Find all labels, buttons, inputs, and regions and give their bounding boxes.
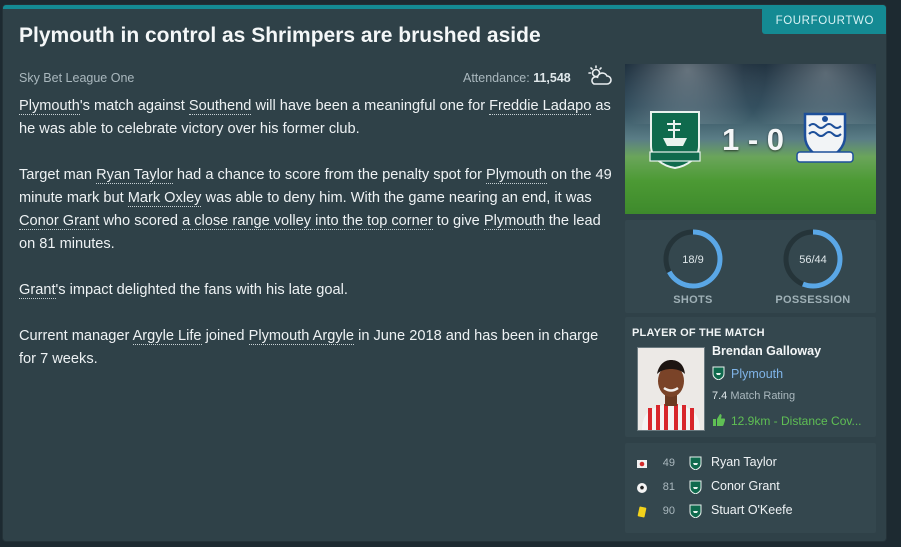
rating-value: 7.4 — [712, 390, 728, 402]
player-club-name: Plymouth — [731, 367, 784, 381]
thumbs-up-icon — [713, 414, 725, 426]
distance-covered: 12.9km - Distance Cov... — [712, 413, 862, 428]
event-minute: 90 — [662, 505, 675, 517]
potm-title: PLAYER OF THE MATCH — [632, 327, 765, 339]
link-grant[interactable]: Grant — [19, 282, 56, 299]
scoreline: 1 - 0 — [721, 122, 785, 157]
text: had a chance to score from the penalty s… — [172, 167, 486, 183]
text: to give — [432, 213, 484, 229]
link-goal-highlight[interactable]: a close range volley into the top corner — [182, 213, 433, 230]
article-paragraph: Grant's impact delighted the fans with h… — [19, 279, 616, 302]
possession-label: POSSESSION — [775, 294, 851, 306]
event-row[interactable]: 49 Ryan Taylor — [625, 455, 876, 475]
accent-stripe — [3, 5, 886, 9]
event-player[interactable]: Ryan Taylor — [711, 455, 777, 469]
southend-crest-icon[interactable] — [795, 108, 855, 168]
link-plymouth[interactable]: Plymouth — [483, 213, 545, 230]
text: 's match against — [79, 98, 189, 114]
plymouth-crest-icon — [689, 456, 702, 470]
text: joined — [201, 328, 249, 344]
link-conor-grant[interactable]: Conor Grant — [19, 213, 100, 230]
shots-value: 18/9 — [682, 254, 704, 266]
event-player[interactable]: Conor Grant — [711, 479, 780, 493]
article-paragraph: Current manager Argyle Life joined Plymo… — [19, 325, 616, 371]
match-events: 49 Ryan Taylor 81 Conor Grant 90 Stuart … — [625, 443, 876, 533]
plymouth-crest-icon — [689, 480, 702, 494]
shots-label: SHOTS — [673, 294, 713, 306]
goal-ball-icon — [637, 483, 647, 493]
competition-name: Sky Bet League One — [19, 71, 135, 85]
source-tab[interactable]: FOURFOURTWO — [761, 9, 886, 34]
headline: Plymouth in control as Shrimpers are bru… — [19, 24, 541, 47]
player-photo[interactable] — [637, 347, 705, 431]
article-paragraph: Target man Ryan Taylor had a chance to s… — [19, 164, 616, 256]
score-card[interactable]: 1 - 0 — [625, 64, 876, 214]
attendance-label: Attendance: — [463, 71, 530, 85]
text: 's impact delighted the fans with his la… — [55, 282, 348, 298]
text: Current manager — [19, 328, 133, 344]
rating-label: Match Rating — [730, 390, 796, 402]
text: will have been a meaningful one for — [251, 98, 490, 114]
plymouth-crest-icon[interactable] — [647, 108, 703, 170]
partly-cloudy-icon — [588, 65, 612, 85]
missed-penalty-icon — [637, 460, 647, 468]
event-minute: 81 — [662, 481, 675, 493]
plymouth-crest-icon — [689, 504, 702, 518]
link-plymouth[interactable]: Plymouth — [19, 98, 80, 115]
link-plymouth[interactable]: Plymouth — [486, 167, 547, 184]
player-of-the-match[interactable]: PLAYER OF THE MATCH Brendan Galloway Ply… — [625, 317, 876, 437]
link-southend[interactable]: Southend — [188, 98, 252, 115]
match-stats: 18/9 SHOTS 56/44 POSSESSION — [625, 220, 876, 313]
event-row[interactable]: 81 Conor Grant — [625, 479, 876, 499]
player-name[interactable]: Brendan Galloway — [712, 344, 821, 358]
attendance: Attendance: 11,548 — [463, 71, 571, 85]
attendance-value: 11,548 — [533, 71, 571, 85]
link-ryan-taylor[interactable]: Ryan Taylor — [96, 167, 173, 184]
match-rating: 7.4 Match Rating — [712, 390, 795, 402]
text: Target man — [19, 167, 97, 183]
distance-text: 12.9km - Distance Cov... — [731, 414, 862, 428]
link-plymouth-argyle[interactable]: Plymouth Argyle — [248, 328, 355, 345]
possession-value: 56/44 — [799, 254, 827, 266]
match-report-panel: FOURFOURTWO Plymouth in control as Shrim… — [3, 5, 886, 541]
text: was able to deny him. With the game near… — [201, 190, 592, 206]
event-row[interactable]: 90 Stuart O'Keefe — [625, 503, 876, 523]
link-freddie-ladapo[interactable]: Freddie Ladapo — [489, 98, 592, 115]
event-minute: 49 — [662, 457, 675, 469]
link-argyle-life[interactable]: Argyle Life — [132, 328, 202, 345]
player-club[interactable]: Plymouth — [712, 366, 783, 381]
plymouth-crest-icon — [712, 366, 725, 380]
article-paragraph: Plymouth's match against Southend will h… — [19, 95, 616, 141]
link-mark-oxley[interactable]: Mark Oxley — [127, 190, 202, 207]
text: who scored — [99, 213, 183, 229]
yellow-card-icon — [637, 506, 647, 518]
event-player[interactable]: Stuart O'Keefe — [711, 503, 793, 517]
article-body: Plymouth's match against Southend will h… — [19, 95, 616, 394]
